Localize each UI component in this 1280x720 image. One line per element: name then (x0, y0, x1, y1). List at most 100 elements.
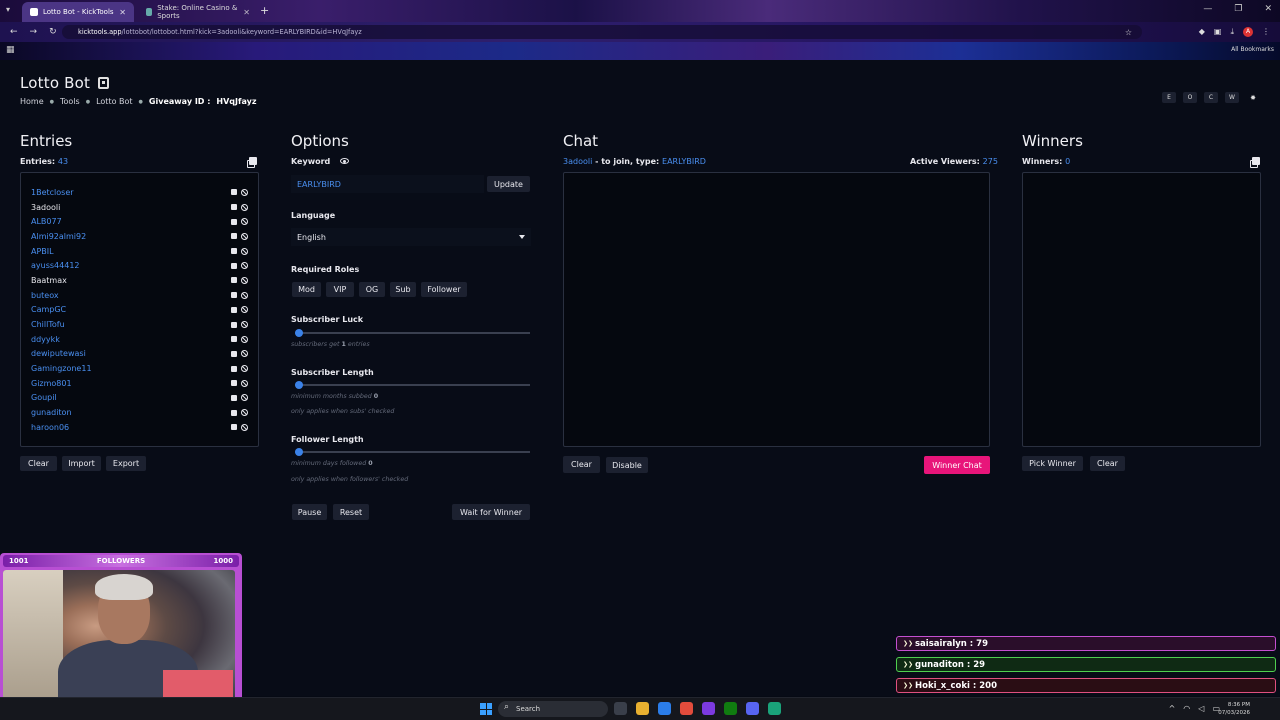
winner-chat-button[interactable]: Winner Chat (924, 456, 990, 474)
subscriber-luck-slider[interactable] (295, 329, 530, 337)
app-icon[interactable] (702, 702, 715, 715)
ban-icon[interactable] (241, 350, 248, 358)
reset-button[interactable]: Reset (333, 504, 369, 520)
keyword-input[interactable]: EARLYBIRD (291, 175, 484, 193)
ban-icon[interactable] (241, 365, 248, 373)
entry-row[interactable]: ddyykk (31, 332, 248, 347)
tab-stake[interactable]: Stake: Online Casino & Sports ✕ (138, 2, 258, 22)
all-bookmarks[interactable]: All Bookmarks (1231, 46, 1274, 53)
extensions-puzzle-icon[interactable]: ▣ (1214, 27, 1222, 37)
toggle-chat-button[interactable]: C (1204, 92, 1218, 103)
chat-box[interactable] (563, 172, 990, 447)
volume-icon[interactable]: ◁ (1198, 704, 1204, 713)
reload-icon[interactable]: ↻ (49, 27, 57, 37)
theme-toggle-icon[interactable]: ✸ (1246, 92, 1260, 103)
entry-checkbox-icon[interactable] (231, 424, 237, 431)
app-icon[interactable] (768, 702, 781, 715)
import-entries-button[interactable]: Import (62, 456, 101, 471)
subscriber-length-slider[interactable] (295, 381, 530, 389)
entry-checkbox-icon[interactable] (231, 409, 237, 416)
chat-channel-user[interactable]: 3adooli (563, 157, 592, 166)
entry-checkbox-icon[interactable] (231, 292, 237, 299)
entry-checkbox-icon[interactable] (231, 306, 237, 313)
entry-checkbox-icon[interactable] (231, 189, 237, 196)
update-keyword-button[interactable]: Update (487, 176, 530, 192)
entry-row[interactable]: buteox (31, 288, 248, 303)
entry-row[interactable]: 1Betcloser (31, 185, 248, 200)
taskbar-search[interactable]: Search (498, 701, 608, 717)
ban-icon[interactable] (241, 321, 248, 329)
slider-knob[interactable] (295, 448, 303, 456)
url-field[interactable]: kicktools.app/lottobot/lottobot.html?kic… (62, 25, 1142, 39)
breadcrumb-home[interactable]: Home (20, 97, 44, 106)
forward-icon[interactable]: → (30, 27, 38, 37)
entry-checkbox-icon[interactable] (231, 248, 237, 255)
minimize-icon[interactable]: — (1203, 4, 1212, 14)
copy-entries-icon[interactable] (247, 157, 257, 168)
role-og-button[interactable]: OG (359, 282, 385, 297)
toggle-winners-button[interactable]: W (1225, 92, 1239, 103)
entry-checkbox-icon[interactable] (231, 350, 237, 357)
entry-checkbox-icon[interactable] (231, 204, 237, 211)
entry-checkbox-icon[interactable] (231, 336, 237, 343)
maximize-icon[interactable]: ❐ (1234, 4, 1242, 14)
ban-icon[interactable] (241, 247, 248, 255)
entry-row[interactable]: Almi92almi92 (31, 229, 248, 244)
toggle-entries-button[interactable]: E (1162, 92, 1176, 103)
slider-knob[interactable] (295, 381, 303, 389)
taskbar-clock[interactable]: 8:36 PM 07/03/2026 (1218, 701, 1250, 717)
ban-icon[interactable] (241, 203, 248, 211)
entry-row[interactable]: Baatmax (31, 273, 248, 288)
entry-row[interactable]: Gamingzone11 (31, 361, 248, 376)
entry-row[interactable]: Goupil (31, 391, 248, 406)
entry-checkbox-icon[interactable] (231, 262, 237, 269)
entry-row[interactable]: CampGC (31, 303, 248, 318)
breadcrumb-tools[interactable]: Tools (60, 97, 80, 106)
bookmark-star-icon[interactable]: ☆ (1125, 28, 1132, 37)
entry-row[interactable]: ayuss44412 (31, 258, 248, 273)
tab-lotto-bot[interactable]: Lotto Bot - KickTools ✕ (22, 2, 134, 22)
clear-entries-button[interactable]: Clear (20, 456, 57, 471)
ban-icon[interactable] (241, 423, 248, 431)
back-icon[interactable]: ← (10, 27, 18, 37)
role-follower-button[interactable]: Follower (421, 282, 467, 297)
winners-list[interactable] (1022, 172, 1261, 447)
entry-row[interactable]: haroon06 (31, 420, 248, 435)
entry-row[interactable]: gunaditon (31, 405, 248, 420)
show-keyword-eye-icon[interactable] (340, 158, 349, 164)
file-explorer-icon[interactable] (636, 702, 649, 715)
role-vip-button[interactable]: VIP (326, 282, 354, 297)
apps-grid-icon[interactable]: ▦ (6, 45, 15, 55)
entry-checkbox-icon[interactable] (231, 277, 237, 284)
edge-icon[interactable] (658, 702, 671, 715)
role-sub-button[interactable]: Sub (390, 282, 416, 297)
toggle-options-button[interactable]: O (1183, 92, 1197, 103)
tray-chevron-icon[interactable]: ^ (1169, 704, 1176, 713)
ban-icon[interactable] (241, 291, 248, 299)
ban-icon[interactable] (241, 218, 248, 226)
entry-checkbox-icon[interactable] (231, 380, 237, 387)
ban-icon[interactable] (241, 409, 248, 417)
breadcrumb-lotto-bot[interactable]: Lotto Bot (96, 97, 132, 106)
entry-checkbox-icon[interactable] (231, 394, 237, 401)
ban-icon[interactable] (241, 379, 248, 387)
follower-length-slider[interactable] (295, 448, 530, 456)
wait-for-winner-button[interactable]: Wait for Winner (452, 504, 530, 520)
entry-row[interactable]: 3adooli (31, 200, 248, 215)
ban-icon[interactable] (241, 188, 248, 196)
entry-row[interactable]: APBIL (31, 244, 248, 259)
pause-button[interactable]: Pause (292, 504, 327, 520)
slider-knob[interactable] (295, 329, 303, 337)
close-tab-icon[interactable]: ✕ (119, 8, 126, 17)
profile-avatar[interactable]: A (1243, 27, 1253, 37)
ban-icon[interactable] (241, 262, 248, 270)
menu-kebab-icon[interactable]: ⋮ (1262, 27, 1270, 37)
task-view-icon[interactable] (614, 702, 627, 715)
entry-row[interactable]: Gizmo801 (31, 376, 248, 391)
language-select[interactable]: English (291, 228, 531, 246)
discord-icon[interactable] (746, 702, 759, 715)
chrome-icon[interactable] (680, 702, 693, 715)
clear-chat-button[interactable]: Clear (563, 456, 600, 473)
wifi-icon[interactable]: ◠ (1183, 704, 1190, 713)
disable-chat-button[interactable]: Disable (606, 457, 648, 473)
